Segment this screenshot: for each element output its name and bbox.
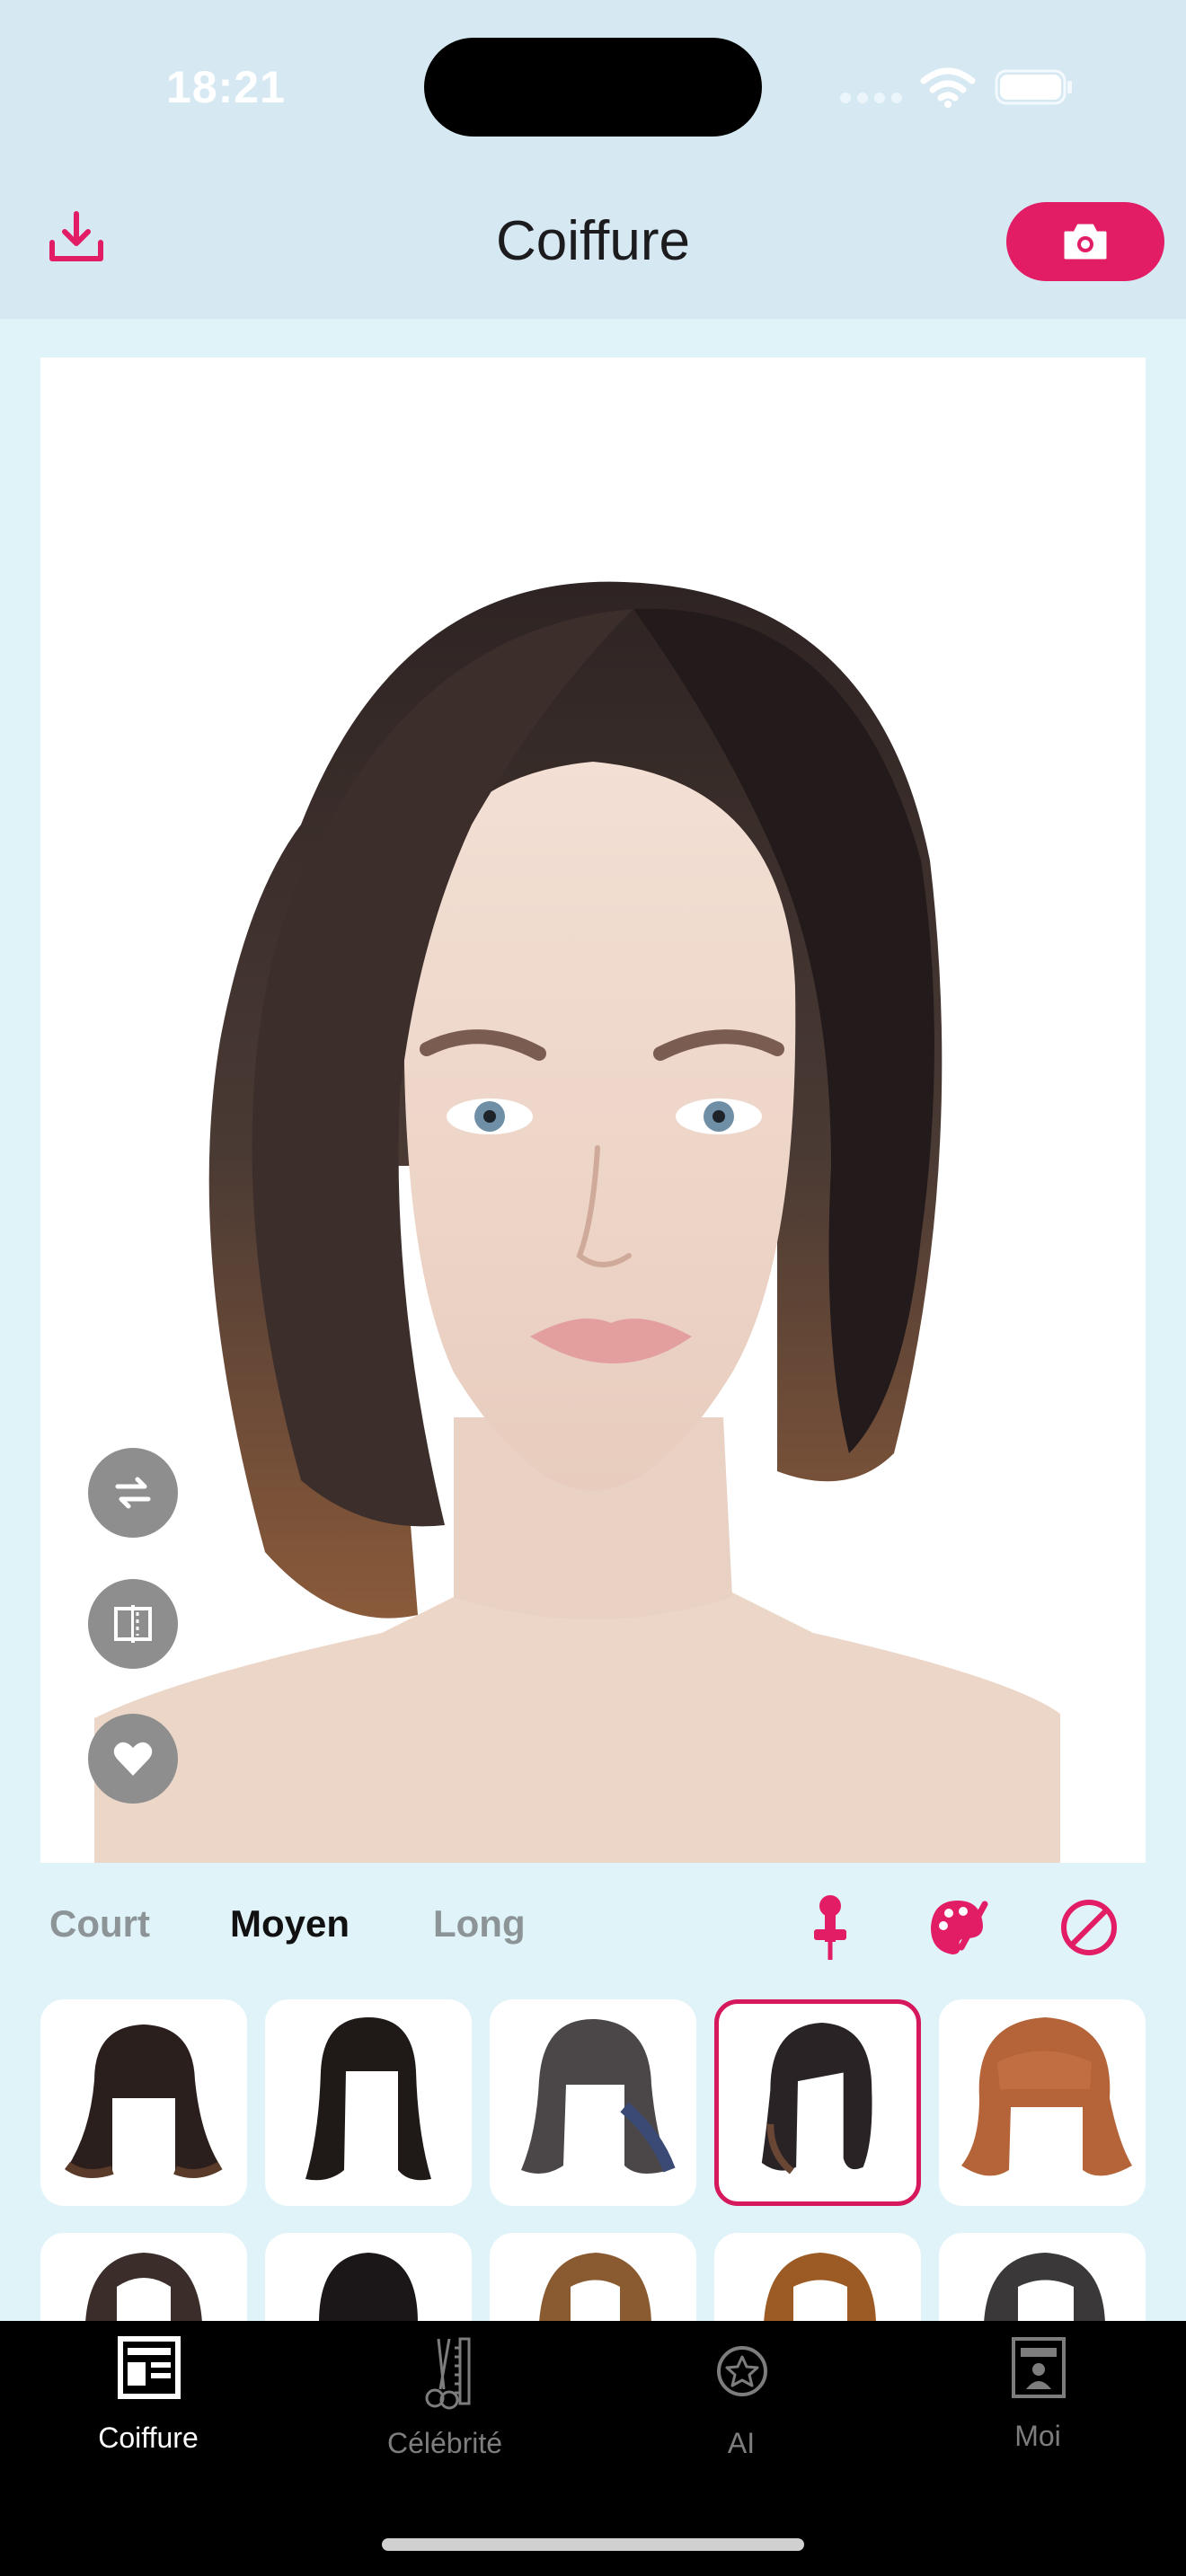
compare-button[interactable]	[88, 1579, 178, 1669]
hairstyle-image	[305, 2017, 431, 2181]
swap-button[interactable]	[88, 1448, 178, 1538]
heart-icon	[113, 1742, 153, 1776]
favorite-button[interactable]	[88, 1714, 178, 1804]
tab-coiffure[interactable]: Coiffure	[49, 2335, 247, 2470]
tab-label: AI	[727, 2427, 756, 2459]
tab-ai[interactable]: AI	[642, 2335, 840, 2470]
hairstyle-thumb-4-selected[interactable]	[714, 1999, 921, 2206]
dynamic-island	[424, 38, 762, 137]
hairstyle-image	[761, 2023, 872, 2175]
tab-label: Célébrité	[386, 2427, 503, 2459]
scissors-comb-icon	[425, 2337, 471, 2410]
profile-card-icon	[1012, 2337, 1066, 2398]
battery-icon	[995, 69, 1072, 105]
compare-icon	[114, 1605, 152, 1643]
home-indicator[interactable]	[382, 2538, 804, 2551]
category-long[interactable]: Long	[433, 1902, 526, 1945]
camera-icon	[1064, 224, 1107, 260]
hairstyle-image	[65, 2025, 223, 2178]
tab-celebrite[interactable]: Célébrité	[346, 2335, 544, 2470]
hairstyle-thumb-5[interactable]	[939, 1999, 1146, 2206]
portrait-illustration	[94, 581, 1060, 1863]
star-badge-icon	[717, 2346, 767, 2396]
tab-label: Moi	[1014, 2420, 1061, 2452]
wifi-icon	[920, 67, 976, 108]
pin-icon[interactable]	[798, 1893, 863, 1962]
cellular-signal-icon	[840, 93, 903, 103]
hairstyle-thumb-1[interactable]	[40, 1999, 247, 2206]
hairstyle-thumb-2[interactable]	[265, 1999, 472, 2206]
layout-icon	[118, 2336, 181, 2399]
tab-moi[interactable]: Moi	[939, 2335, 1137, 2470]
swap-icon	[115, 1477, 151, 1509]
category-moyen[interactable]: Moyen	[230, 1902, 350, 1945]
status-time: 18:21	[166, 62, 286, 112]
category-court[interactable]: Court	[49, 1902, 150, 1945]
palette-icon[interactable]	[925, 1893, 990, 1962]
none-icon[interactable]	[1057, 1893, 1121, 1962]
hairstyle-image	[961, 2017, 1132, 2176]
hairstyle-preview-photo[interactable]	[40, 357, 1146, 1863]
hairstyle-thumb-3[interactable]	[490, 1999, 696, 2206]
hairstyle-image	[521, 2018, 676, 2174]
tab-label: Coiffure	[98, 2422, 199, 2454]
camera-button[interactable]	[1006, 202, 1164, 281]
